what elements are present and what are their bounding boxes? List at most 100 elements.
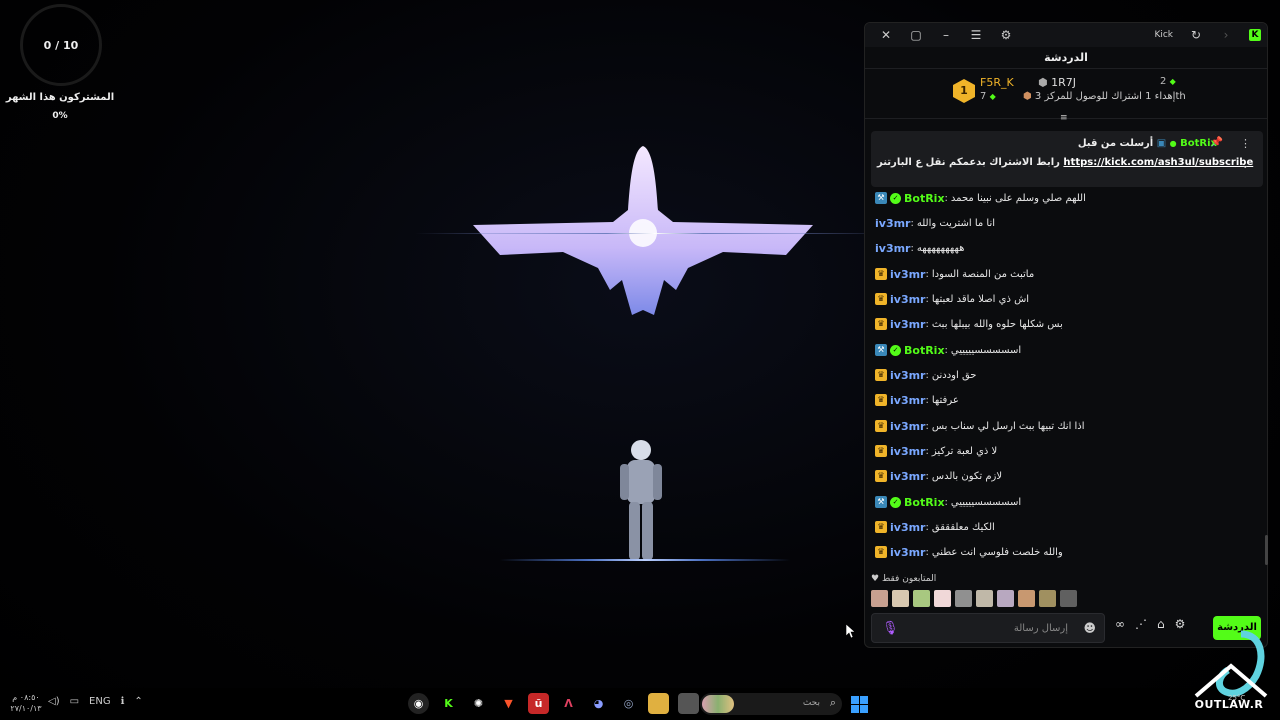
emote[interactable] xyxy=(892,590,909,607)
menu-icon[interactable]: ☰ xyxy=(961,28,991,42)
chat-username[interactable]: iv3mr xyxy=(890,521,925,534)
subscriber-badge-icon: ♛ xyxy=(875,369,887,381)
chat-separator: : xyxy=(944,344,948,356)
network-icon[interactable]: ▭ xyxy=(70,696,79,707)
app-a-icon[interactable]: Λ xyxy=(558,693,579,714)
chat-message: ♛ iv3mr: عرفتها xyxy=(875,391,959,409)
followers-only-label: ♥ المتابعون فقط xyxy=(871,574,937,584)
gem-icon: ◆ xyxy=(1169,77,1176,86)
emote[interactable] xyxy=(976,590,993,607)
chat-username[interactable]: iv3mr xyxy=(875,217,910,230)
leader-second-name[interactable]: ⬢ 1R7J xyxy=(1038,76,1076,89)
emote[interactable] xyxy=(997,590,1014,607)
chat-username[interactable]: iv3mr xyxy=(890,445,925,458)
chat-username[interactable]: iv3mr xyxy=(890,420,925,433)
mic-tray-icon[interactable]: ℹ xyxy=(121,696,125,707)
minimize-icon[interactable]: – xyxy=(931,28,961,42)
chat-separator: : xyxy=(925,318,929,330)
chat-scrollbar[interactable] xyxy=(1265,535,1268,565)
emote[interactable] xyxy=(934,590,951,607)
infinity-icon[interactable]: ∞ xyxy=(1115,617,1125,631)
chat-message: ♛ iv3mr: حق اوددنن xyxy=(875,366,976,384)
emote[interactable] xyxy=(955,590,972,607)
brave-icon[interactable]: ▼ xyxy=(498,693,519,714)
volume-icon[interactable]: ◁) xyxy=(48,696,60,707)
emoji-icon[interactable]: ☻ xyxy=(1083,621,1096,635)
chevron-up-icon[interactable]: ⌃ xyxy=(134,696,142,707)
chat-username[interactable]: iv3mr xyxy=(890,293,925,306)
taskbar-search[interactable]: بحث ⌕ xyxy=(700,693,842,715)
subscriber-badge-icon: ♛ xyxy=(875,470,887,482)
chat-message-text: والله خلصت فلوسي انت عطني xyxy=(931,546,1063,558)
chat-message: ⚒ ✓ BotRix: اسسسسسيييييي xyxy=(875,493,1021,511)
chat-message: ♛ iv3mr: ماتبث من المنصة السودا xyxy=(875,265,1034,283)
kick-app-icon[interactable]: K xyxy=(438,693,459,714)
chat-username[interactable]: iv3mr xyxy=(890,470,925,483)
emote-row xyxy=(871,590,1077,607)
chat-username[interactable]: iv3mr xyxy=(890,268,925,281)
discord-icon[interactable]: ◕ xyxy=(588,693,609,714)
windows-start-icon[interactable] xyxy=(851,696,868,713)
subscriber-badge-icon: ♛ xyxy=(875,420,887,432)
chat-message: ⚒ ✓ BotRix: اسسسسسيييييي xyxy=(875,341,1021,359)
leader-first-name[interactable]: F5R_K xyxy=(980,76,1014,89)
subscribe-link[interactable]: https://kick.com/ash3ul/subscribe xyxy=(1063,157,1253,168)
chat-separator: : xyxy=(925,268,929,280)
search-icon: ⌕ xyxy=(829,696,836,709)
gift-hint: ⬢ 3 إهداء 1 اشتراك للوصول للمركزth xyxy=(1023,91,1186,102)
chat-username[interactable]: BotRix xyxy=(904,192,945,205)
shield-icon: ⬢ xyxy=(1038,76,1048,89)
chat-message-text: اذا انك تبيها ببث ارسل لي سناب بس xyxy=(931,420,1085,432)
app-red-icon[interactable]: ũ xyxy=(528,693,549,714)
taskbar-apps: ◉ K ✺ ▼ ũ Λ ◕ ◎ xyxy=(408,693,699,714)
steelseries-icon[interactable]: ✺ xyxy=(468,693,489,714)
emote[interactable] xyxy=(1018,590,1035,607)
chat-username[interactable]: iv3mr xyxy=(890,369,925,382)
emote[interactable] xyxy=(1060,590,1077,607)
close-icon[interactable]: ✕ xyxy=(871,28,901,42)
chat-separator: : xyxy=(910,242,914,254)
chat-username[interactable]: iv3mr xyxy=(890,546,925,559)
chevron-down-icon[interactable]: ⌄ xyxy=(1241,161,1249,171)
chat-message: ⚒ ✓ BotRix: اللهم صلي وسلم على نبينا محمد xyxy=(875,189,1086,207)
window-icon[interactable] xyxy=(678,693,699,714)
more-options-icon[interactable]: ⋮ xyxy=(1240,137,1251,150)
chat-message-text: اش ذي اصلا ماقد لعبتها xyxy=(931,293,1030,305)
chat-separator: : xyxy=(944,192,948,204)
chat-username[interactable]: BotRix xyxy=(904,344,945,357)
share-icon[interactable]: ⋰ xyxy=(1135,617,1147,631)
reload-icon[interactable]: ↻ xyxy=(1181,28,1211,42)
store-icon[interactable]: ⌂ xyxy=(1157,617,1165,631)
emote[interactable] xyxy=(871,590,888,607)
message-input[interactable] xyxy=(902,618,1068,638)
chat-username[interactable]: iv3mr xyxy=(890,394,925,407)
obs-icon[interactable]: ◉ xyxy=(408,693,429,714)
language-indicator[interactable]: ENG xyxy=(89,696,111,707)
chat-username[interactable]: iv3mr xyxy=(875,242,910,255)
steam-icon[interactable]: ◎ xyxy=(618,693,639,714)
collapse-icon[interactable]: ≡ xyxy=(1060,113,1068,123)
chat-message-text: هههههههههه xyxy=(916,242,965,254)
chat-username[interactable]: iv3mr xyxy=(890,318,925,331)
pinned-header: أرسلت من قبل ▣ ● BotRix xyxy=(1077,138,1217,149)
ground-light xyxy=(500,559,790,561)
extension-icon[interactable]: ⚙ xyxy=(991,28,1021,42)
chat-message: ♛ iv3mr: لا ذي لعبة تركيز xyxy=(875,442,997,460)
emote[interactable] xyxy=(1039,590,1056,607)
pin-icon[interactable]: 📌 xyxy=(1211,137,1223,148)
chat-separator: : xyxy=(925,521,929,533)
bot-badge-icon: ▣ xyxy=(1156,138,1167,149)
chat-username[interactable]: BotRix xyxy=(904,496,945,509)
emote[interactable] xyxy=(913,590,930,607)
search-label: بحث xyxy=(802,698,820,708)
maximize-icon[interactable]: ▢ xyxy=(901,28,931,42)
mic-icon[interactable]: 🎙 xyxy=(882,621,899,636)
tray-clock[interactable]: ٠٨:٥٠ م ٢٧/١٠/١٣ xyxy=(8,692,44,714)
sub-goal-percent: 0% xyxy=(52,111,68,121)
forward-icon[interactable]: › xyxy=(1211,28,1241,42)
settings-icon[interactable]: ⚙ xyxy=(1175,617,1186,631)
folder-icon[interactable] xyxy=(648,693,669,714)
chat-separator: : xyxy=(925,445,929,457)
jet-illustration xyxy=(473,146,813,315)
chat-message-text: بس شكلها حلوه والله بيبلها ببث xyxy=(931,318,1063,330)
